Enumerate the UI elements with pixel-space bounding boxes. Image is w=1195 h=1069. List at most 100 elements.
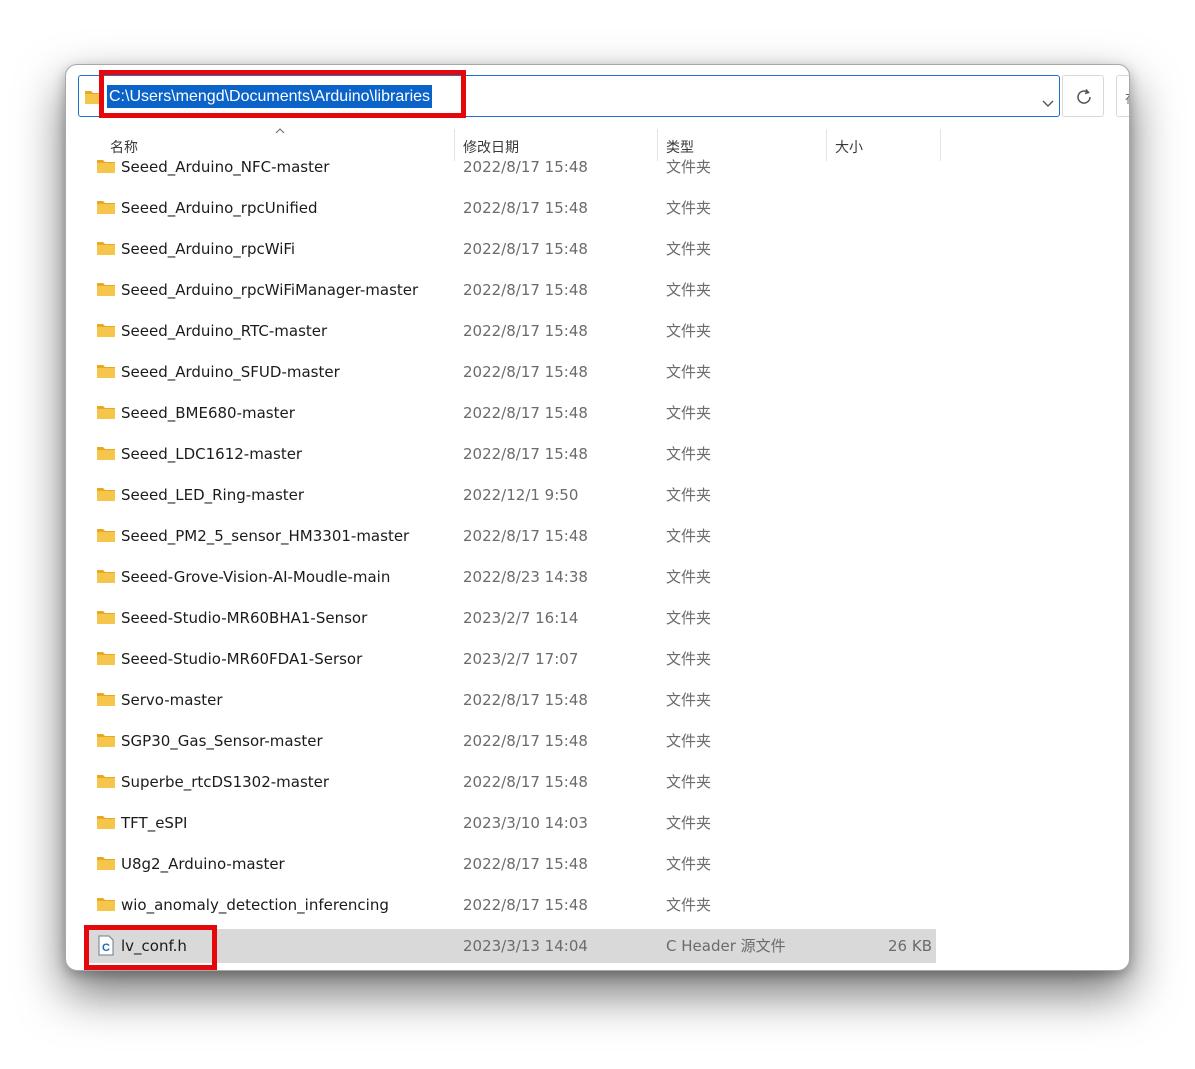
- folder-icon: [97, 324, 115, 337]
- list-item[interactable]: Seeed_BME680-master 2022/8/17 15:48 文件夹: [84, 396, 936, 430]
- list-item[interactable]: Seeed-Studio-MR60BHA1-Sensor 2023/2/7 16…: [84, 601, 936, 635]
- c-header-file-icon: C: [98, 935, 114, 956]
- file-type: 文件夹: [666, 732, 712, 750]
- file-date: 2022/8/17 15:48: [463, 240, 588, 258]
- file-type: 文件夹: [666, 609, 712, 627]
- file-type: 文件夹: [666, 486, 712, 504]
- file-date: 2022/8/17 15:48: [463, 773, 588, 791]
- file-date: 2022/8/17 15:48: [463, 199, 588, 217]
- file-type: 文件夹: [666, 527, 712, 545]
- list-item[interactable]: Seeed_Arduino_SFUD-master 2022/8/17 15:4…: [84, 355, 936, 389]
- folder-icon: [97, 406, 115, 419]
- list-item[interactable]: Seeed_Arduino_rpcWiFiManager-master 2022…: [84, 273, 936, 307]
- file-name: SGP30_Gas_Sensor-master: [121, 732, 323, 750]
- file-type: 文件夹: [666, 650, 712, 668]
- folder-icon: [97, 611, 115, 624]
- list-item-selected[interactable]: C lv_conf.h 2023/3/13 14:04 C Header 源文件…: [84, 929, 936, 963]
- list-item[interactable]: U8g2_Arduino-master 2022/8/17 15:48 文件夹: [84, 847, 936, 881]
- file-name: Seeed_Arduino_NFC-master: [121, 158, 330, 176]
- folder-icon: [97, 857, 115, 870]
- folder-icon: [97, 529, 115, 542]
- folder-icon: [97, 570, 115, 583]
- list-item[interactable]: Seeed_Arduino_rpcWiFi 2022/8/17 15:48 文件…: [84, 232, 936, 266]
- address-path-text[interactable]: C:\Users\mengd\Documents\Arduino\librari…: [107, 85, 433, 108]
- list-item[interactable]: Seeed_LED_Ring-master 2022/12/1 9:50 文件夹: [84, 478, 936, 512]
- folder-icon: [85, 91, 103, 104]
- file-name: Seeed_Arduino_SFUD-master: [121, 363, 340, 381]
- list-item[interactable]: TFT_eSPI 2023/3/10 14:03 文件夹: [84, 806, 936, 840]
- file-name: Servo-master: [121, 691, 223, 709]
- list-item[interactable]: Seeed_LDC1612-master 2022/8/17 15:48 文件夹: [84, 437, 936, 471]
- file-name: Seeed_PM2_5_sensor_HM3301-master: [121, 527, 410, 545]
- list-item[interactable]: Seeed_Arduino_rpcUnified 2022/8/17 15:48…: [84, 191, 936, 225]
- file-date: 2022/8/17 15:48: [463, 404, 588, 422]
- list-item[interactable]: Servo-master 2022/8/17 15:48 文件夹: [84, 683, 936, 717]
- file-date: 2022/8/17 15:48: [463, 322, 588, 340]
- file-type: C Header 源文件: [666, 937, 786, 955]
- file-name: Superbe_rtcDS1302-master: [121, 773, 330, 791]
- file-name: U8g2_Arduino-master: [121, 855, 285, 873]
- folder-icon: [97, 775, 115, 788]
- file-date: 2023/2/7 16:14: [463, 609, 579, 627]
- file-date: 2022/8/17 15:48: [463, 691, 588, 709]
- refresh-button[interactable]: [1062, 75, 1104, 117]
- file-type: 文件夹: [666, 404, 712, 422]
- file-explorer-window: C:\Users\mengd\Documents\Arduino\librari…: [65, 64, 1130, 971]
- file-date: 2022/8/23 14:38: [463, 568, 588, 586]
- folder-icon: [97, 693, 115, 706]
- file-date: 2022/8/17 15:48: [463, 158, 588, 176]
- file-type: 文件夹: [666, 896, 712, 914]
- folder-icon: [97, 242, 115, 255]
- file-type: 文件夹: [666, 158, 712, 176]
- file-name: Seeed-Studio-MR60BHA1-Sensor: [121, 609, 368, 627]
- folder-icon: [97, 365, 115, 378]
- file-name: Seeed_LDC1612-master: [121, 445, 303, 463]
- file-date: 2022/8/17 15:48: [463, 281, 588, 299]
- search-placeholder: 在: [1125, 88, 1129, 107]
- file-date: 2022/8/17 15:48: [463, 363, 588, 381]
- folder-icon: [97, 488, 115, 501]
- folder-icon: [97, 816, 115, 829]
- folder-icon: [97, 201, 115, 214]
- folder-icon: [97, 652, 115, 665]
- search-box[interactable]: 在: [1116, 75, 1129, 117]
- list-item[interactable]: wio_anomaly_detection_inferencing 2022/8…: [84, 888, 936, 922]
- file-type: 文件夹: [666, 199, 712, 217]
- folder-icon: [97, 283, 115, 296]
- folder-icon: [97, 447, 115, 460]
- folder-icon: [97, 898, 115, 911]
- file-date: 2022/8/17 15:48: [463, 732, 588, 750]
- file-name: Seeed_Arduino_rpcWiFi: [121, 240, 296, 258]
- list-item[interactable]: SGP30_Gas_Sensor-master 2022/8/17 15:48 …: [84, 724, 936, 758]
- file-name: Seeed-Studio-MR60FDA1-Sersor: [121, 650, 363, 668]
- file-size: 26 KB: [888, 937, 932, 955]
- file-date: 2023/3/13 14:04: [463, 937, 588, 955]
- file-type: 文件夹: [666, 363, 712, 381]
- folder-icon: [97, 160, 115, 173]
- folder-icon: [97, 734, 115, 747]
- file-date: 2022/8/17 15:48: [463, 896, 588, 914]
- address-bar[interactable]: C:\Users\mengd\Documents\Arduino\librari…: [78, 75, 1060, 117]
- file-name: wio_anomaly_detection_inferencing: [121, 896, 389, 914]
- file-name: lv_conf.h: [121, 937, 187, 955]
- list-item[interactable]: Seeed-Studio-MR60FDA1-Sersor 2023/2/7 17…: [84, 642, 936, 676]
- list-item[interactable]: Superbe_rtcDS1302-master 2022/8/17 15:48…: [84, 765, 936, 799]
- sort-ascending-caret-icon: [275, 128, 285, 134]
- file-type: 文件夹: [666, 568, 712, 586]
- file-type: 文件夹: [666, 691, 712, 709]
- list-item[interactable]: Seeed-Grove-Vision-AI-Moudle-main 2022/8…: [84, 560, 936, 594]
- file-name: Seeed_Arduino_rpcUnified: [121, 199, 318, 217]
- file-date: 2022/8/17 15:48: [463, 445, 588, 463]
- refresh-icon: [1077, 89, 1091, 104]
- file-date: 2022/12/1 9:50: [463, 486, 579, 504]
- file-name: Seeed_Arduino_rpcWiFiManager-master: [121, 281, 419, 299]
- file-type: 文件夹: [666, 855, 712, 873]
- file-name: Seeed_LED_Ring-master: [121, 486, 305, 504]
- file-type: 文件夹: [666, 281, 712, 299]
- column-divider[interactable]: [940, 129, 941, 161]
- list-item[interactable]: Seeed_Arduino_NFC-master 2022/8/17 15:48…: [84, 150, 936, 184]
- chevron-down-icon[interactable]: [1041, 99, 1055, 109]
- list-item[interactable]: Seeed_PM2_5_sensor_HM3301-master 2022/8/…: [84, 519, 936, 553]
- list-item[interactable]: Seeed_Arduino_RTC-master 2022/8/17 15:48…: [84, 314, 936, 348]
- file-type: 文件夹: [666, 322, 712, 340]
